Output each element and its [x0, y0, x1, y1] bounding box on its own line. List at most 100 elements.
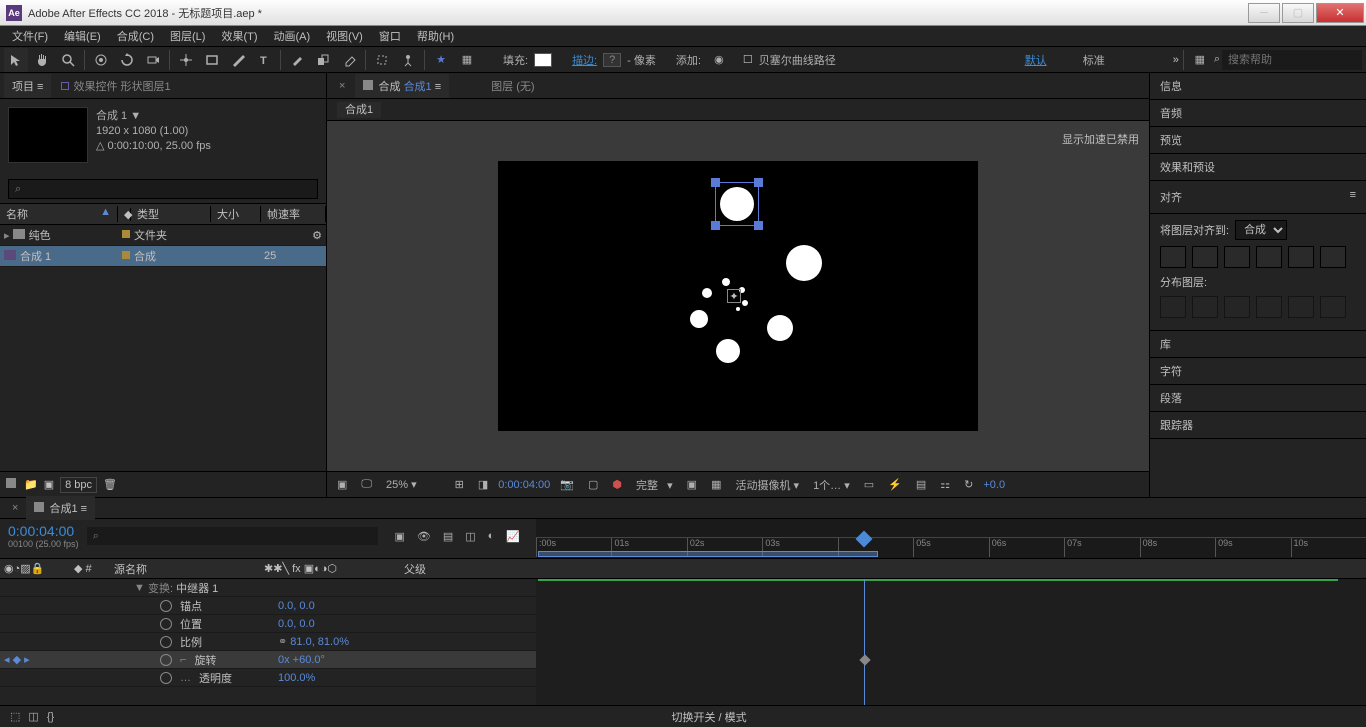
- property-row[interactable]: 锚点0.0, 0.0: [0, 597, 536, 615]
- col-name[interactable]: 名称 ▲: [0, 206, 118, 222]
- align-to-select[interactable]: 合成: [1235, 220, 1287, 240]
- panel-audio[interactable]: 音频: [1150, 100, 1366, 127]
- shape-star-icon[interactable]: ★: [429, 48, 453, 72]
- col-size[interactable]: 大小: [211, 206, 261, 222]
- prop-value[interactable]: 100.0%: [278, 672, 315, 684]
- composition-viewer[interactable]: 显示加速已禁用 ✦: [327, 121, 1149, 471]
- menu-file[interactable]: 文件(F): [4, 28, 56, 44]
- anchor-tool[interactable]: [174, 48, 198, 72]
- repeater-row[interactable]: ▼ 变换: 中继器 1: [0, 579, 536, 597]
- menu-composition[interactable]: 合成(C): [109, 28, 162, 44]
- timeline-close[interactable]: ×: [4, 498, 26, 518]
- panel-library[interactable]: 库: [1150, 331, 1366, 358]
- flowchart-icon[interactable]: ⚙: [312, 230, 322, 242]
- panel-tracker[interactable]: 跟踪器: [1150, 412, 1366, 439]
- show-snapshot-icon[interactable]: ▢: [584, 476, 602, 493]
- pen-tool[interactable]: [226, 48, 250, 72]
- align-bottom[interactable]: [1320, 246, 1346, 268]
- interpret-icon[interactable]: [6, 478, 18, 491]
- playhead-line[interactable]: [864, 579, 865, 705]
- text-tool[interactable]: T: [252, 48, 276, 72]
- panel-info[interactable]: 信息: [1150, 73, 1366, 100]
- timeline-icon[interactable]: ▤: [912, 476, 930, 493]
- flowchart-icon[interactable]: ⚏: [936, 476, 954, 493]
- align-left[interactable]: [1160, 246, 1186, 268]
- add-button[interactable]: ◉: [707, 48, 731, 72]
- viewer-timecode[interactable]: 0:00:04:00: [498, 479, 550, 491]
- prop-value[interactable]: 0x +60.0°: [278, 654, 325, 666]
- stopwatch-icon[interactable]: [160, 618, 172, 630]
- exposure-value[interactable]: +0.0: [983, 479, 1005, 491]
- new-folder-icon[interactable]: 📁: [24, 478, 38, 491]
- col-type[interactable]: 类型: [131, 206, 211, 222]
- graph-icon[interactable]: 📈: [502, 528, 524, 545]
- col-fps[interactable]: 帧速率: [261, 206, 326, 222]
- stopwatch-icon[interactable]: [160, 600, 172, 612]
- draft-icon[interactable]: ▤: [439, 528, 457, 545]
- dist-top[interactable]: [1256, 296, 1282, 318]
- bpc-label[interactable]: 8 bpc: [60, 477, 97, 493]
- panel-character[interactable]: 字符: [1150, 358, 1366, 385]
- panel-align[interactable]: 对齐≡: [1150, 181, 1366, 214]
- sync-icon[interactable]: ▦: [1188, 48, 1212, 72]
- shape-grid-icon[interactable]: ▦: [455, 48, 479, 72]
- mask-icon[interactable]: ◨: [474, 476, 492, 493]
- project-row-folder[interactable]: ▸ 纯色 文件夹 ⚙: [0, 225, 326, 246]
- viewer-close[interactable]: ×: [331, 76, 353, 96]
- menu-window[interactable]: 窗口: [371, 28, 409, 44]
- timeline-tracks[interactable]: [536, 579, 1366, 705]
- rect-tool[interactable]: [200, 48, 224, 72]
- workspace-standard[interactable]: 标准: [1083, 52, 1105, 68]
- channels-icon[interactable]: ⬢: [608, 476, 626, 493]
- property-row[interactable]: 位置0.0, 0.0: [0, 615, 536, 633]
- brush-tool[interactable]: [285, 48, 309, 72]
- menu-layer[interactable]: 图层(L): [162, 28, 213, 44]
- stopwatch-icon[interactable]: [160, 654, 172, 666]
- dist-left[interactable]: [1160, 296, 1186, 318]
- views-dropdown[interactable]: 1个… ▾: [809, 475, 854, 495]
- panel-preview[interactable]: 预览: [1150, 127, 1366, 154]
- property-row[interactable]: … 透明度100.0%: [0, 669, 536, 687]
- display-icon[interactable]: 🖵: [357, 476, 376, 493]
- orbit-tool[interactable]: [89, 48, 113, 72]
- panel-paragraph[interactable]: 段落: [1150, 385, 1366, 412]
- snapshot-icon[interactable]: 📷: [556, 476, 578, 493]
- anchor-point[interactable]: ✦: [727, 289, 741, 303]
- layer-tab[interactable]: 图层 (无): [483, 74, 542, 98]
- zoom-dropdown[interactable]: 25% ▾: [382, 476, 421, 493]
- align-vcenter[interactable]: [1288, 246, 1314, 268]
- tl-brackets-icon[interactable]: {}: [43, 709, 58, 725]
- resolution-dropdown[interactable]: 完整 ▾: [632, 475, 677, 495]
- col-label[interactable]: ◆: [118, 208, 131, 221]
- comp-mini-icon[interactable]: ▣: [390, 528, 408, 545]
- menu-help[interactable]: 帮助(H): [409, 28, 462, 44]
- chevrons-icon[interactable]: »: [1173, 54, 1179, 66]
- col-parent[interactable]: 父级: [400, 561, 520, 577]
- timeline-timecode[interactable]: 0:00:04:00: [8, 523, 79, 539]
- project-tab[interactable]: 项目 ≡: [4, 74, 51, 98]
- viewer-tab[interactable]: 合成 合成1 ≡: [355, 74, 449, 98]
- comp-thumbnail[interactable]: [8, 107, 88, 163]
- keyframe[interactable]: [859, 654, 870, 665]
- toggle-switches[interactable]: 切换开关 / 模式: [672, 712, 747, 724]
- menu-animation[interactable]: 动画(A): [266, 28, 319, 44]
- selected-shape[interactable]: [715, 182, 759, 226]
- property-row[interactable]: 比例⚭ 81.0, 81.0%: [0, 633, 536, 651]
- magnify-icon[interactable]: ▣: [333, 476, 351, 493]
- work-area[interactable]: [538, 551, 878, 557]
- roto-tool[interactable]: [370, 48, 394, 72]
- project-search[interactable]: [8, 179, 318, 199]
- align-top[interactable]: [1256, 246, 1282, 268]
- stopwatch-icon[interactable]: [160, 636, 172, 648]
- workspace-default[interactable]: 默认: [1025, 52, 1047, 68]
- selection-tool[interactable]: [4, 48, 28, 72]
- project-row-comp[interactable]: 合成 1 合成 25: [0, 246, 326, 267]
- pixel-aspect-icon[interactable]: ▭: [860, 476, 878, 493]
- maximize-button[interactable]: ▢: [1282, 3, 1314, 23]
- menu-edit[interactable]: 编辑(E): [56, 28, 109, 44]
- timeline-tab[interactable]: 合成1 ≡: [26, 496, 95, 520]
- panel-presets[interactable]: 效果和预设: [1150, 154, 1366, 181]
- timeline-ruler[interactable]: :00s01s02s03s05s06s07s08s09s10s: [536, 519, 1366, 558]
- dist-right[interactable]: [1224, 296, 1250, 318]
- minimize-button[interactable]: ─: [1248, 3, 1280, 23]
